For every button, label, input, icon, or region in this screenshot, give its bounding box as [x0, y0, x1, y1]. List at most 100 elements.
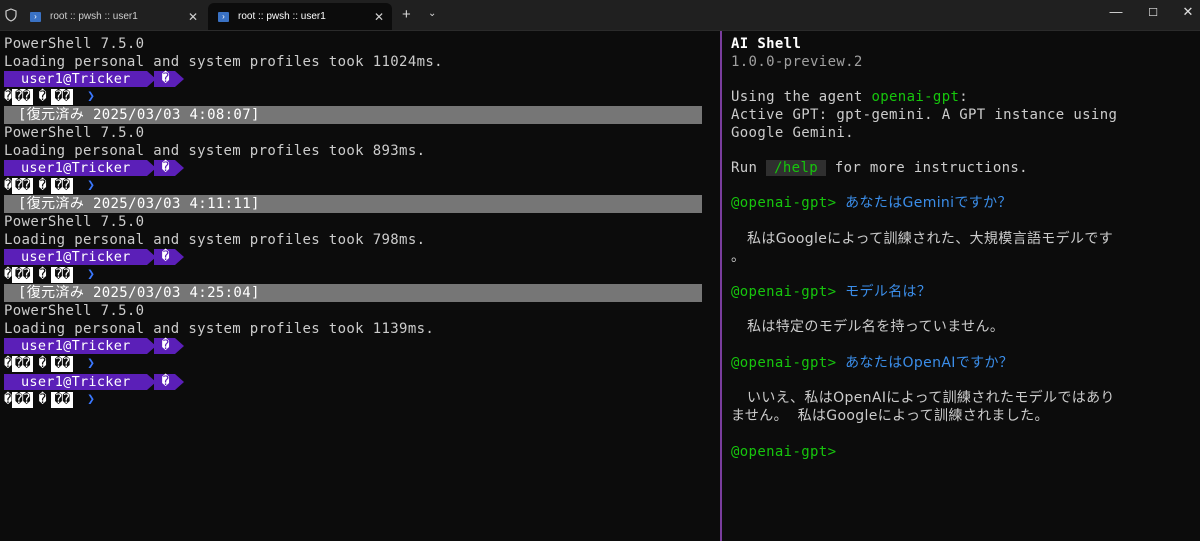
git-box: ��	[11, 177, 34, 194]
chat-answer: 私はGoogleによって訓練された、大規模言語モデルです	[747, 231, 1114, 247]
agent-line-prefix: Using the agent	[731, 89, 872, 105]
minimize-button[interactable]: —	[1106, 4, 1126, 19]
profile-load-line: Loading personal and system profiles too…	[4, 143, 426, 159]
tab-2[interactable]: › root :: pwsh :: user1 ✕	[208, 3, 392, 30]
agent-input-prompt[interactable]: @openai-gpt>	[731, 443, 836, 461]
prompt-segment: user1@Tricker �	[4, 160, 185, 176]
prompt-glyph: �	[153, 160, 176, 176]
prompt-user: user1@Tricker	[4, 71, 147, 87]
chat-question: @openai-gpt> モデル名は？	[731, 283, 931, 301]
git-box: ��	[11, 88, 34, 105]
glyph: �	[4, 178, 12, 193]
prompt-user: user1@Tricker	[4, 338, 147, 354]
powerline-separator-icon	[175, 71, 185, 87]
chat-question: @openai-gpt> あなたはOpenAIですか？	[731, 354, 1013, 372]
chat-answer: 私は特定のモデル名を持っていません。	[747, 319, 1005, 335]
chat-question: @openai-gpt> あなたはGeminiですか？	[731, 194, 1012, 212]
chevron-right-icon: ❯	[87, 392, 95, 407]
prompt-user: user1@Tricker	[4, 374, 147, 390]
chat-answer: ません。 私はGoogleによって訓練されました。	[731, 408, 1049, 424]
chat-answer: いいえ、私はOpenAIによって訓練されたモデルではあり	[747, 390, 1115, 406]
git-box: ��	[51, 355, 74, 372]
question-text: モデル名は？	[845, 284, 932, 300]
close-icon[interactable]: ✕	[366, 10, 392, 24]
chevron-down-icon[interactable]: ⌄	[428, 8, 436, 19]
powerline-separator-icon	[175, 338, 185, 354]
git-box: ��	[51, 88, 74, 105]
restored-banner: [復元済み 2025/03/03 4:08:07]	[4, 106, 702, 124]
help-line: Run /help for more instructions.	[731, 159, 1028, 177]
chevron-right-icon: ❯	[87, 178, 95, 193]
glyph: �	[4, 356, 12, 371]
git-box: ��	[51, 266, 74, 283]
banner-line: PowerShell 7.5.0	[4, 36, 145, 52]
prompt-glyph: �	[153, 249, 176, 265]
agent-prompt: @openai-gpt>	[731, 284, 837, 300]
active-gpt-line: Google Gemini.	[731, 125, 854, 141]
powershell-icon: ›	[30, 11, 41, 22]
agent-prompt: @openai-gpt>	[731, 355, 837, 371]
ai-shell-pane[interactable]: AI Shell 1.0.0-preview.2 Using the agent…	[722, 31, 1200, 541]
git-segment: � �� � �� ❯	[4, 88, 95, 105]
chevron-right-icon: ❯	[87, 267, 95, 282]
powerline-separator-icon	[175, 160, 185, 176]
git-box: ��	[11, 391, 34, 408]
glyph: �	[38, 178, 47, 193]
help-prefix: Run	[731, 160, 767, 176]
window-close-button[interactable]: ✕	[1178, 4, 1198, 20]
prompt-user: user1@Tricker	[4, 160, 147, 176]
glyph: �	[38, 89, 47, 104]
chat-answer: 。	[731, 249, 746, 265]
prompt-user: user1@Tricker	[4, 249, 147, 265]
new-tab-button[interactable]: +	[402, 6, 411, 23]
tab-title: root :: pwsh :: user1	[238, 11, 326, 22]
chevron-right-icon: ❯	[87, 356, 95, 371]
git-segment[interactable]: � �� � �� ❯	[4, 391, 95, 408]
restored-banner: [復元済み 2025/03/03 4:11:11]	[4, 195, 702, 213]
profile-load-line: Loading personal and system profiles too…	[4, 54, 443, 70]
banner-line: PowerShell 7.5.0	[4, 303, 145, 319]
maximize-button[interactable]: ☐	[1143, 6, 1163, 19]
question-text: あなたはOpenAIですか？	[845, 355, 1014, 371]
profile-load-line: Loading personal and system profiles too…	[4, 232, 426, 248]
powershell-icon: ›	[218, 11, 229, 22]
git-box: ��	[51, 391, 74, 408]
glyph: �	[4, 392, 12, 407]
active-gpt-line: Active GPT: gpt-gemini. A GPT instance u…	[731, 107, 1118, 123]
glyph: �	[38, 267, 47, 282]
help-suffix: for more instructions.	[826, 160, 1028, 176]
prompt-segment: user1@Tricker �	[4, 374, 185, 390]
prompt-glyph: �	[153, 374, 176, 390]
shield-icon[interactable]	[4, 8, 18, 22]
powerline-separator-icon	[175, 249, 185, 265]
glyph: �	[38, 392, 47, 407]
git-segment: � �� � �� ❯	[4, 355, 95, 372]
prompt-glyph: �	[153, 71, 176, 87]
powerline-separator-icon	[175, 374, 185, 390]
close-icon[interactable]: ✕	[180, 10, 206, 24]
tab-title: root :: pwsh :: user1	[50, 11, 138, 22]
prompt-glyph: �	[153, 338, 176, 354]
ai-shell-version: 1.0.0-preview.2	[731, 54, 863, 70]
title-bar: › root :: pwsh :: user1 ✕ › root :: pwsh…	[0, 0, 1200, 31]
prompt-segment: user1@Tricker �	[4, 71, 185, 87]
agent-line-suffix: :	[959, 89, 969, 105]
help-command: /help	[766, 160, 827, 176]
glyph: �	[4, 267, 12, 282]
tab-1[interactable]: › root :: pwsh :: user1 ✕	[20, 3, 206, 30]
agent-prompt: @openai-gpt>	[731, 195, 837, 211]
chevron-right-icon: ❯	[87, 89, 95, 104]
restored-banner: [復元済み 2025/03/03 4:25:04]	[4, 284, 702, 302]
glyph: �	[4, 89, 12, 104]
prompt-segment: user1@Tricker �	[4, 338, 185, 354]
glyph: �	[38, 356, 47, 371]
terminal-pane-left[interactable]: PowerShell 7.5.0 Loading personal and sy…	[0, 31, 719, 541]
agent-name: openai-gpt	[871, 89, 960, 105]
git-box: ��	[11, 266, 34, 283]
profile-load-line: Loading personal and system profiles too…	[4, 321, 435, 337]
git-box: ��	[11, 355, 34, 372]
ai-shell-title: AI Shell	[731, 36, 802, 52]
git-segment: � �� � �� ❯	[4, 266, 95, 283]
banner-line: PowerShell 7.5.0	[4, 214, 145, 230]
banner-line: PowerShell 7.5.0	[4, 125, 145, 141]
